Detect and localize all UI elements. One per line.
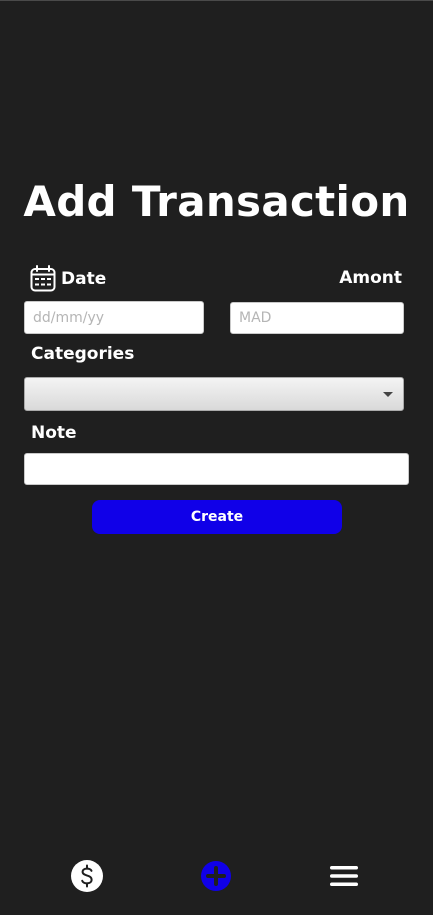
chevron-down-icon [383, 392, 393, 397]
date-label-group: Date [30, 265, 106, 292]
amount-input[interactable] [230, 302, 404, 334]
date-input[interactable] [24, 301, 204, 334]
amount-label: Amont [339, 268, 402, 288]
date-label: Date [61, 268, 107, 289]
note-input[interactable] [24, 453, 409, 485]
calendar-icon [30, 265, 56, 292]
create-button[interactable]: Create [92, 500, 342, 534]
hamburger-menu-icon [330, 866, 358, 886]
bottom-nav [0, 856, 433, 896]
nav-item-menu[interactable] [324, 856, 364, 896]
dollar-circle-icon [71, 860, 103, 892]
page-title: Add Transaction [23, 177, 410, 226]
plus-circle-icon [201, 861, 231, 891]
note-label: Note [31, 423, 77, 443]
add-transaction-screen: Add Transaction Date Amont Categories No… [0, 0, 433, 915]
categories-select[interactable] [24, 377, 404, 411]
nav-item-transactions[interactable] [67, 856, 107, 896]
categories-label: Categories [31, 344, 135, 364]
nav-item-add[interactable] [196, 856, 236, 896]
